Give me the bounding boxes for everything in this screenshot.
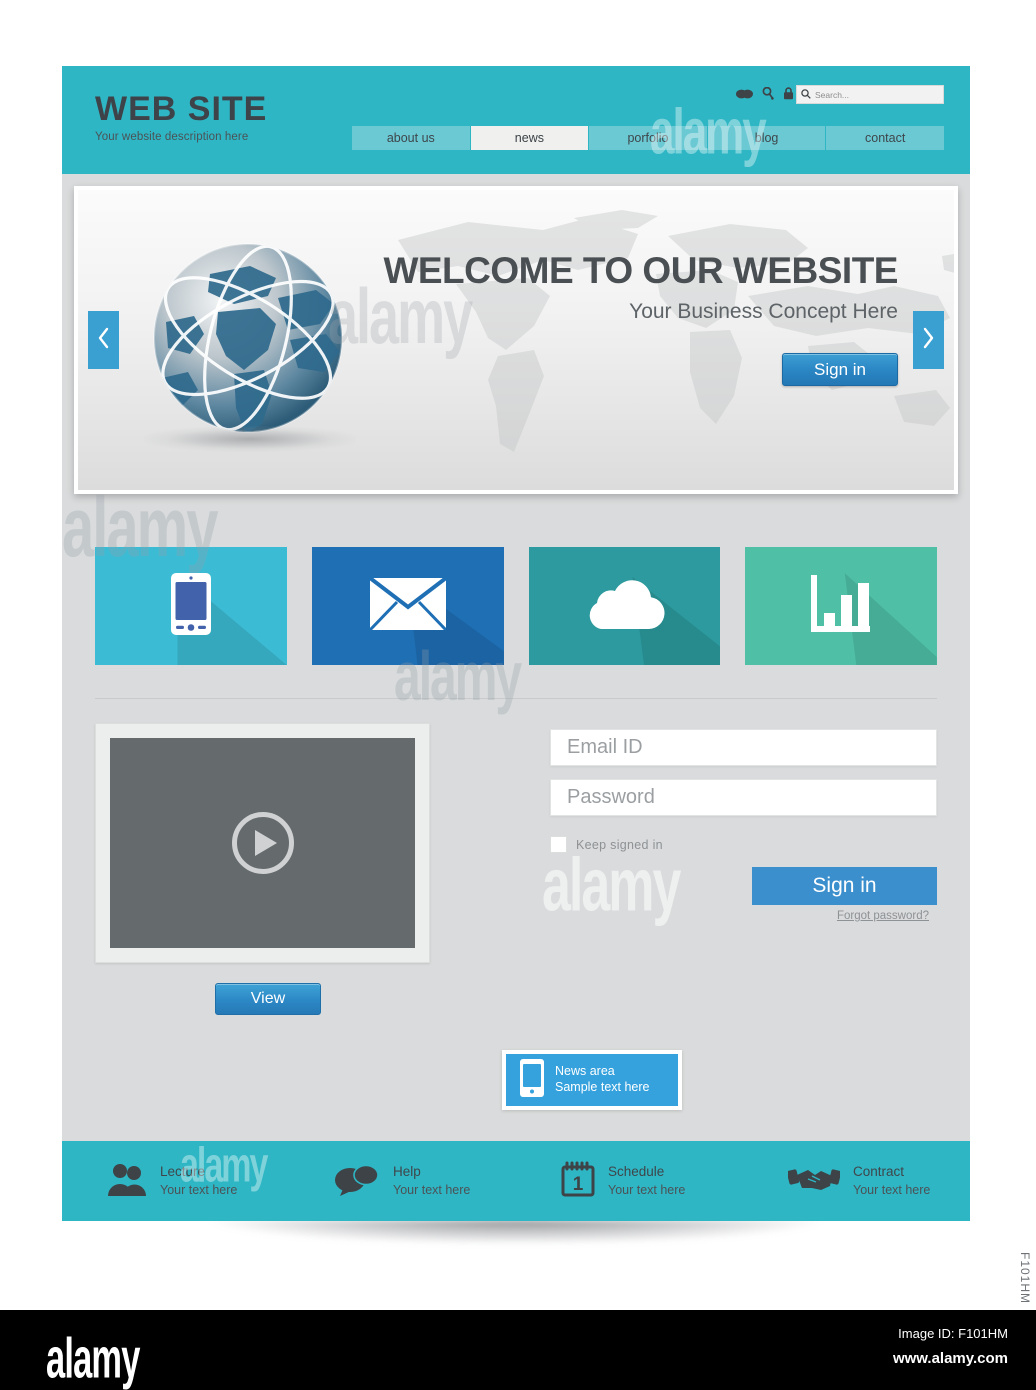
footer-text-lecture: Lecture Your text here xyxy=(160,1163,237,1198)
footer-subtitle: Your text here xyxy=(608,1182,686,1197)
feature-tiles xyxy=(62,494,970,665)
nav-item-porfolio[interactable]: porfolio xyxy=(589,126,708,150)
login-form: Email ID Password Keep signed in Sign in… xyxy=(487,723,937,1015)
footer-subtitle: Your text here xyxy=(393,1182,471,1197)
hero-signin-button[interactable]: Sign in xyxy=(782,353,898,386)
alamy-bottom-bar: alamy Image ID: F101HM www.alamy.com xyxy=(0,1310,1036,1390)
news-area-inner: News area Sample text here xyxy=(506,1054,678,1106)
password-field[interactable]: Password xyxy=(550,779,937,816)
forgot-password-link[interactable]: Forgot password? xyxy=(550,910,937,922)
globe-shadow xyxy=(144,426,356,452)
news-area-line2: Sample text here xyxy=(555,1080,650,1094)
news-area-widget[interactable]: News area Sample text here xyxy=(502,1050,682,1110)
footer-title: Help xyxy=(393,1164,421,1180)
footer-subtitle: Your text here xyxy=(160,1182,238,1197)
speech-bubbles-icon xyxy=(334,1162,380,1201)
smartphone-icon xyxy=(170,572,211,640)
image-id-label: Image ID: F101HM xyxy=(898,1326,1008,1341)
keep-signed-in-row[interactable]: Keep signed in xyxy=(550,836,937,853)
handshake-icon xyxy=(786,1162,842,1201)
globe-icon xyxy=(153,243,343,433)
footer-text-help: Help Your text here xyxy=(393,1163,470,1198)
keep-signed-in-checkbox[interactable] xyxy=(550,836,567,853)
hero-slide: WELCOME TO OUR WEBSITE Your Business Con… xyxy=(78,190,954,490)
main-content: View Email ID Password Keep signed in Si… xyxy=(62,699,970,1015)
carousel-prev-button[interactable] xyxy=(88,311,119,369)
world-map-icon xyxy=(398,210,954,452)
envelope-icon xyxy=(368,575,447,635)
footer-title: Lecture xyxy=(160,1164,206,1180)
tile-cloud[interactable] xyxy=(528,547,721,665)
search-icon xyxy=(801,86,811,104)
side-image-id: F101HM xyxy=(1018,1251,1032,1304)
logo-block: WEB SITE Your website description here xyxy=(95,92,267,143)
view-button[interactable]: View xyxy=(215,983,321,1015)
cloud-icon xyxy=(581,577,667,636)
site-header: WEB SITE Your website description here S… xyxy=(62,66,970,174)
news-area-line1: News area xyxy=(555,1064,615,1079)
news-area-text: News area Sample text here xyxy=(555,1064,650,1095)
nav-item-contact[interactable]: contact xyxy=(826,126,944,150)
signin-row: Sign in xyxy=(550,853,937,905)
footer-item-lecture[interactable]: Lecture Your text here xyxy=(62,1162,289,1201)
tile-mobile[interactable] xyxy=(95,547,287,665)
lock-icon[interactable] xyxy=(783,87,794,100)
search-placeholder: Search... xyxy=(815,89,850,100)
key-icon[interactable] xyxy=(762,87,774,100)
tile-analytics[interactable] xyxy=(745,547,937,665)
search-input[interactable]: Search... xyxy=(796,85,944,104)
footer-item-contract[interactable]: Contract Your text here xyxy=(743,1162,970,1201)
footer-item-schedule[interactable]: 1 Schedule Your text here xyxy=(516,1161,743,1202)
website-mockup: WEB SITE Your website description here S… xyxy=(62,66,970,1221)
alamy-url: www.alamy.com xyxy=(892,1350,1008,1367)
footer-text-schedule: Schedule Your text here xyxy=(608,1163,685,1198)
email-field[interactable]: Email ID xyxy=(550,729,937,766)
alamy-logo: alamy xyxy=(46,1326,140,1390)
video-column: View xyxy=(95,723,487,1015)
keep-signed-in-label: Keep signed in xyxy=(576,837,663,852)
hero-slider: WELCOME TO OUR WEBSITE Your Business Con… xyxy=(74,186,958,494)
people-icon xyxy=(107,1162,147,1201)
footer-subtitle: Your text here xyxy=(853,1182,931,1197)
calendar-icon: 1 xyxy=(561,1161,595,1202)
bar-chart-icon xyxy=(810,574,872,638)
play-triangle xyxy=(255,830,277,856)
nav-item-blog[interactable]: blog xyxy=(707,126,827,150)
chevron-left-icon xyxy=(97,327,110,354)
chat-bubbles-icon[interactable] xyxy=(736,88,753,100)
footer-text-contract: Contract Your text here xyxy=(853,1163,930,1198)
hero-title: WELCOME TO OUR WEBSITE xyxy=(383,250,898,291)
footer-title: Contract xyxy=(853,1164,905,1180)
signin-button[interactable]: Sign in xyxy=(752,867,937,905)
footer-title: Schedule xyxy=(608,1164,665,1180)
footer-item-help[interactable]: Help Your text here xyxy=(289,1162,516,1201)
page-drop-shadow xyxy=(85,1220,947,1280)
main-navigation: about us news porfolio blog contact xyxy=(352,126,944,150)
video-player[interactable] xyxy=(95,723,430,963)
site-footer: Lecture Your text here Help Your text he… xyxy=(62,1138,970,1221)
svg-text:1: 1 xyxy=(573,1174,584,1195)
screenshot-root: WEB SITE Your website description here S… xyxy=(0,0,1036,1390)
video-screen xyxy=(110,738,415,948)
carousel-next-button[interactable] xyxy=(913,311,944,369)
page-title: WEB SITE xyxy=(95,90,268,128)
nav-item-news[interactable]: news xyxy=(470,126,590,150)
chevron-right-icon xyxy=(922,327,935,354)
play-button-icon[interactable] xyxy=(231,812,294,874)
tile-email[interactable] xyxy=(311,547,504,665)
smartphone-icon xyxy=(520,1058,544,1102)
header-icon-group xyxy=(736,87,794,100)
nav-item-about-us[interactable]: about us xyxy=(352,126,471,150)
hero-subtitle: Your Business Concept Here xyxy=(629,300,898,323)
site-tagline: Your website description here xyxy=(95,131,249,143)
